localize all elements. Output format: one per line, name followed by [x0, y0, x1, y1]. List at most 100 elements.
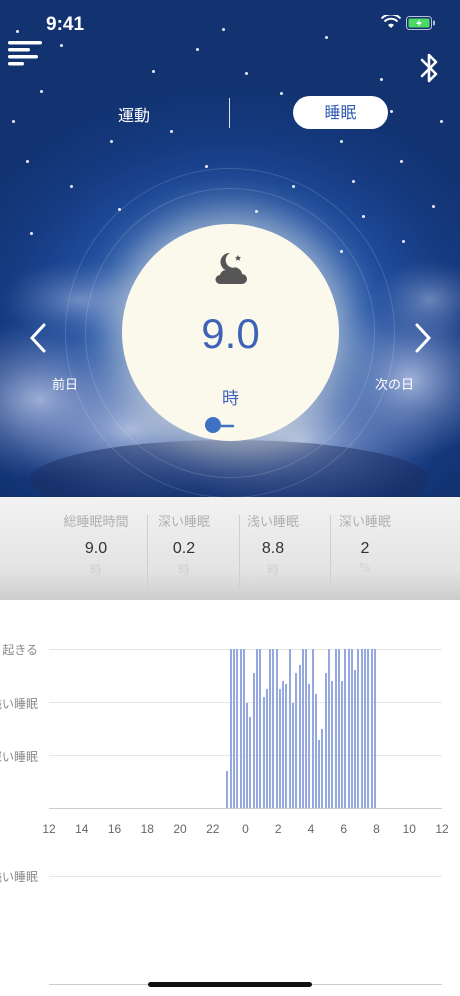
x-tick-label: 4 — [307, 822, 315, 836]
star — [362, 215, 365, 218]
chart-bar — [275, 649, 278, 808]
chart-bar — [373, 649, 376, 808]
sleep-hours-value: 9.0 — [201, 310, 260, 357]
star — [390, 110, 393, 113]
stat-deep-sleep-percent: 深い睡眠 2 % — [319, 511, 411, 575]
chart-bar — [259, 649, 262, 808]
chart-bar — [295, 672, 298, 808]
prev-day-label[interactable]: 前日 — [52, 374, 78, 393]
star — [205, 165, 208, 168]
stat-light-sleep: 浅い睡眠 8.8 時 — [227, 511, 319, 578]
next-day-button[interactable] — [413, 322, 433, 354]
star — [292, 185, 295, 188]
gridline — [49, 876, 442, 877]
star — [12, 120, 15, 123]
x-tick-label: 14 — [75, 822, 89, 836]
chart-bar — [314, 693, 317, 808]
star — [402, 240, 405, 243]
star — [255, 210, 258, 213]
star — [340, 250, 343, 253]
x-tick-label: 22 — [206, 822, 220, 836]
stat-unit: 時 — [177, 563, 190, 577]
wifi-icon — [381, 15, 401, 28]
chart-bar — [324, 672, 327, 808]
x-tick-label: 16 — [107, 822, 122, 836]
chart-bar — [255, 649, 258, 808]
star — [110, 140, 113, 143]
battery-icon — [406, 16, 435, 30]
chart-bar — [337, 649, 340, 808]
chart-bar — [252, 672, 255, 808]
dial-handle[interactable] — [205, 416, 235, 434]
y-label-awake: 起きる — [2, 643, 38, 657]
star — [118, 208, 121, 211]
gridline — [49, 649, 442, 650]
star — [152, 70, 155, 73]
stat-unit: 時 — [89, 563, 102, 577]
star — [40, 90, 43, 93]
chart-bar — [364, 649, 367, 808]
chart-bar — [370, 649, 373, 808]
status-bar: 9:41 — [0, 0, 460, 46]
sleep-stats-panel: 総睡眠時間 9.0 時 深い睡眠 0.2 時 浅い睡眠 8.8 時 深い睡眠 2… — [0, 497, 460, 600]
chart-bar — [328, 649, 330, 808]
chart-bar — [357, 649, 360, 808]
chart-bar — [318, 739, 321, 808]
chart-bar — [285, 683, 288, 808]
status-time: 9:41 — [46, 14, 85, 35]
stat-label: 総睡眠時間 — [63, 515, 129, 530]
x-tick-label: 0 — [242, 822, 249, 836]
tab-sleep[interactable]: 睡眠 — [293, 96, 388, 129]
stat-deep-sleep: 深い睡眠 0.2 時 — [138, 511, 230, 578]
next-day-label[interactable]: 次の日 — [375, 374, 414, 393]
chart-bar — [301, 649, 304, 808]
chart-bar — [367, 649, 370, 808]
chart-bar — [242, 649, 245, 808]
chart-bar — [229, 649, 232, 808]
stat-unit: % — [359, 561, 371, 575]
chart-bar — [347, 649, 350, 808]
chart-bar — [311, 649, 314, 808]
x-tick-label: 20 — [173, 822, 187, 836]
chart-bar — [226, 771, 229, 808]
bluetooth-icon[interactable] — [416, 50, 442, 86]
tab-exercise[interactable]: 運動 — [84, 102, 184, 126]
star — [400, 160, 403, 163]
star — [70, 185, 73, 188]
star — [352, 180, 355, 183]
chart-bar — [350, 649, 353, 808]
stat-label: 深い睡眠 — [157, 515, 210, 530]
moon-cloud-icon — [215, 252, 247, 284]
chart-bar — [262, 696, 265, 808]
chart-bar — [344, 649, 347, 808]
y-label-light-sleep: 浅い睡眠 — [0, 697, 38, 711]
x-tick-label: 18 — [140, 822, 154, 836]
star — [432, 205, 435, 208]
chart-bar — [288, 649, 291, 808]
sleep-dial: 9.0 時 — [122, 224, 339, 441]
chart-bar — [233, 649, 236, 808]
stat-value: 8.8 — [261, 540, 285, 557]
x-tick-label: 12 — [435, 822, 449, 836]
chart-bar — [246, 703, 249, 808]
mode-divider — [229, 98, 230, 128]
star — [245, 72, 248, 75]
chart-bar — [331, 680, 334, 808]
chart-bar — [354, 669, 357, 808]
star — [30, 232, 33, 235]
x-axis-line — [49, 808, 442, 809]
star — [170, 130, 173, 133]
star — [440, 120, 443, 123]
chart-bar — [278, 688, 281, 808]
chart-bar — [265, 688, 268, 808]
prev-day-button[interactable] — [28, 322, 48, 354]
star — [340, 140, 343, 143]
menu-icon[interactable] — [6, 40, 46, 66]
star — [196, 48, 199, 51]
x-tick-label: 12 — [42, 822, 56, 836]
y-label-deep-sleep: 深い睡眠 — [0, 750, 38, 764]
stat-total-sleep: 総睡眠時間 9.0 時 — [50, 511, 142, 578]
stat-value: 9.0 — [84, 540, 108, 557]
star — [26, 160, 29, 163]
x-tick-label: 8 — [373, 822, 380, 836]
